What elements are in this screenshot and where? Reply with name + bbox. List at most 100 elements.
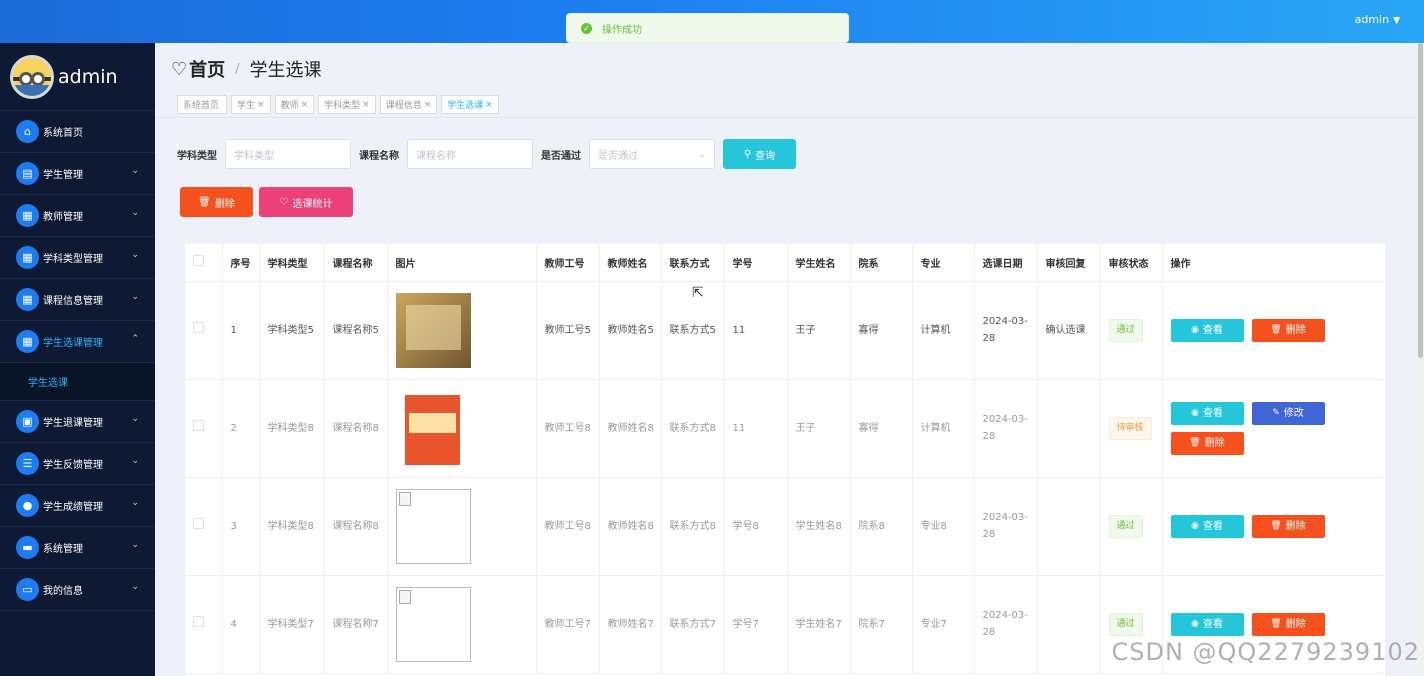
close-icon[interactable]: × [257,100,265,110]
ticket-icon: ▣ [16,410,39,433]
close-icon[interactable]: × [362,100,370,110]
row-del-button[interactable]: 🗑 删除 [1170,431,1244,455]
tag-item[interactable]: 系统首页 [177,95,228,114]
close-icon[interactable]: × [485,100,493,110]
cell-subject: 学科类型7 [259,575,325,674]
cell-sno: 学号7 [724,575,788,674]
sidebar-item[interactable]: ▭ 我的信息 ⌄ [0,569,155,611]
status-cell: 通过 [1100,477,1163,576]
breadcrumb: ♡ 首页 / 学生选课 [171,56,322,82]
subject-input[interactable]: 学科类型 [225,139,351,169]
status-badge: 通过 [1108,612,1143,636]
cell-sno: 11 [724,379,788,478]
eye-icon: ◉ [1191,618,1199,629]
cell-dept: 院系8 [850,477,913,576]
tag-item[interactable]: 学生选课 × [441,95,499,114]
sidebar-item-label: 学生反馈管理 [43,460,103,471]
page-scrollbar[interactable] [1417,43,1424,676]
cell-contact: 联系方式8 [661,477,725,576]
course-input[interactable]: 课程名称 [407,139,533,169]
cell-tname: 教师姓名5 [599,281,662,380]
sidebar: admin ⌂ 系统首页 ▤ 学生管理 ⌄ ▦ 教师管理 ⌄ ▦ 学科类型管理 ⌄ ▦… [0,43,155,676]
sidebar-item[interactable]: ▦ 课程信息管理 ⌄ [0,279,155,321]
row-checkbox[interactable] [193,419,204,431]
course-image [395,488,471,564]
status-badge: 待审核 [1108,416,1152,440]
row-view-button[interactable]: ◉ 查看 [1170,401,1244,425]
cell-reply: 确认选课 [1037,281,1101,380]
cell-sname: 学生姓名8 [787,477,851,576]
tag-item[interactable]: 学生 × [231,95,271,114]
row-action-label: 删除 [1204,437,1225,449]
chevron-icon: ⌄ [131,166,139,176]
table-row: 3 学科类型8 课程名称8 教师工号8 教师姓名8 联系方式8 学号8 学生姓名8 院系8 专业8… [185,477,1385,576]
sidebar-item-label: 系统首页 [43,128,83,139]
heart-icon: ♡ [171,58,188,80]
tags-view: 系统首页 学生 × 教师 × 学科类型 × 课程信息 × 学生选课 × [177,95,499,114]
pass-select[interactable]: 是否通过 ⌄ [589,139,715,169]
column-header: 专业 [912,244,975,282]
column-header: 选课日期 [974,244,1038,282]
cell-tno: 教师工号5 [536,281,600,380]
sidebar-item[interactable]: ▦ 教师管理 ⌄ [0,195,155,237]
actions-cell: ◉ 查看 ✎ 修改 🗑 删除 [1162,379,1385,478]
chevron-icon: ⌄ [131,582,139,592]
stats-button-label: 选课统计 [292,198,333,210]
stats-button[interactable]: ♡ 选课统计 [259,187,353,217]
column-header: 操作 [1162,244,1385,282]
cell-course: 课程名称8 [324,379,388,478]
tag-item[interactable]: 课程信息 × [379,95,438,114]
close-icon[interactable]: × [424,100,432,110]
close-icon[interactable]: × [301,100,309,110]
cell-sno: 学号8 [724,477,788,576]
sidebar-profile: admin [0,43,155,111]
sidebar-item[interactable]: ▦ 学生选课管理 ⌃ [0,321,155,363]
tag-item[interactable]: 学科类型 × [318,95,376,114]
row-checkbox[interactable] [193,321,204,333]
row-checkbox[interactable] [193,615,204,627]
sidebar-item-label: 我的信息 [43,586,83,597]
sidebar-item-label: 学生选课管理 [43,338,103,349]
clipboard-icon: ▤ [16,162,39,185]
column-header: 院系 [850,244,913,282]
row-view-button[interactable]: ◉ 查看 [1170,514,1244,538]
heart-icon: ♡ [279,196,289,208]
row-action-label: 删除 [1285,520,1306,532]
column-header: 课程名称 [324,244,388,282]
cell-reply [1037,477,1101,576]
sidebar-item[interactable]: ▣ 学生退课管理 ⌄ [0,401,155,443]
sidebar-item[interactable]: ● 学生成绩管理 ⌄ [0,485,155,527]
row-action-label: 删除 [1285,618,1306,630]
row-del-button[interactable]: 🗑 删除 [1251,612,1325,636]
row-view-button[interactable]: ◉ 查看 [1170,612,1244,636]
search-button[interactable]: ⚲ 查询 [723,139,796,169]
cell-no: 3 [222,477,260,576]
search-icon: ⚲ [743,148,752,160]
user-menu[interactable]: admin ▼ [1355,13,1400,26]
cell-no: 2 [222,379,260,478]
sidebar-item[interactable]: ▦ 学科类型管理 ⌄ [0,237,155,279]
cell-major: 计算机 [912,281,975,380]
row-checkbox[interactable] [193,517,204,529]
tag-label: 系统首页 [183,101,220,111]
row-view-button[interactable]: ◉ 查看 [1170,318,1244,342]
sidebar-item[interactable]: ▬ 系统管理 ⌄ [0,527,155,569]
sidebar-item[interactable]: ⌂ 系统首页 [0,111,155,153]
cell-subject: 学科类型8 [259,379,325,478]
batch-delete-button[interactable]: 🗑 删除 [180,187,253,217]
edit-icon: ✎ [1272,407,1280,418]
sidebar-item-label: 学生退课管理 [43,418,103,429]
row-checkbox-cell [185,477,223,576]
breadcrumb-home[interactable]: 首页 [189,56,225,82]
row-edit-button[interactable]: ✎ 修改 [1251,401,1325,425]
sidebar-item[interactable]: ▤ 学生管理 ⌄ [0,153,155,195]
row-del-button[interactable]: 🗑 删除 [1251,514,1325,538]
sidebar-item[interactable]: ☰ 学生反馈管理 ⌄ [0,443,155,485]
action-bar: 🗑 删除 ♡ 选课统计 [180,187,353,217]
cell-major: 专业7 [912,575,975,674]
sidebar-item-label: 系统管理 [43,544,83,555]
row-del-button[interactable]: 🗑 删除 [1251,318,1325,342]
sidebar-subitem-course-selection[interactable]: 学生选课 [0,363,155,401]
select-all-checkbox[interactable] [193,255,204,267]
tag-item[interactable]: 教师 × [274,95,315,114]
